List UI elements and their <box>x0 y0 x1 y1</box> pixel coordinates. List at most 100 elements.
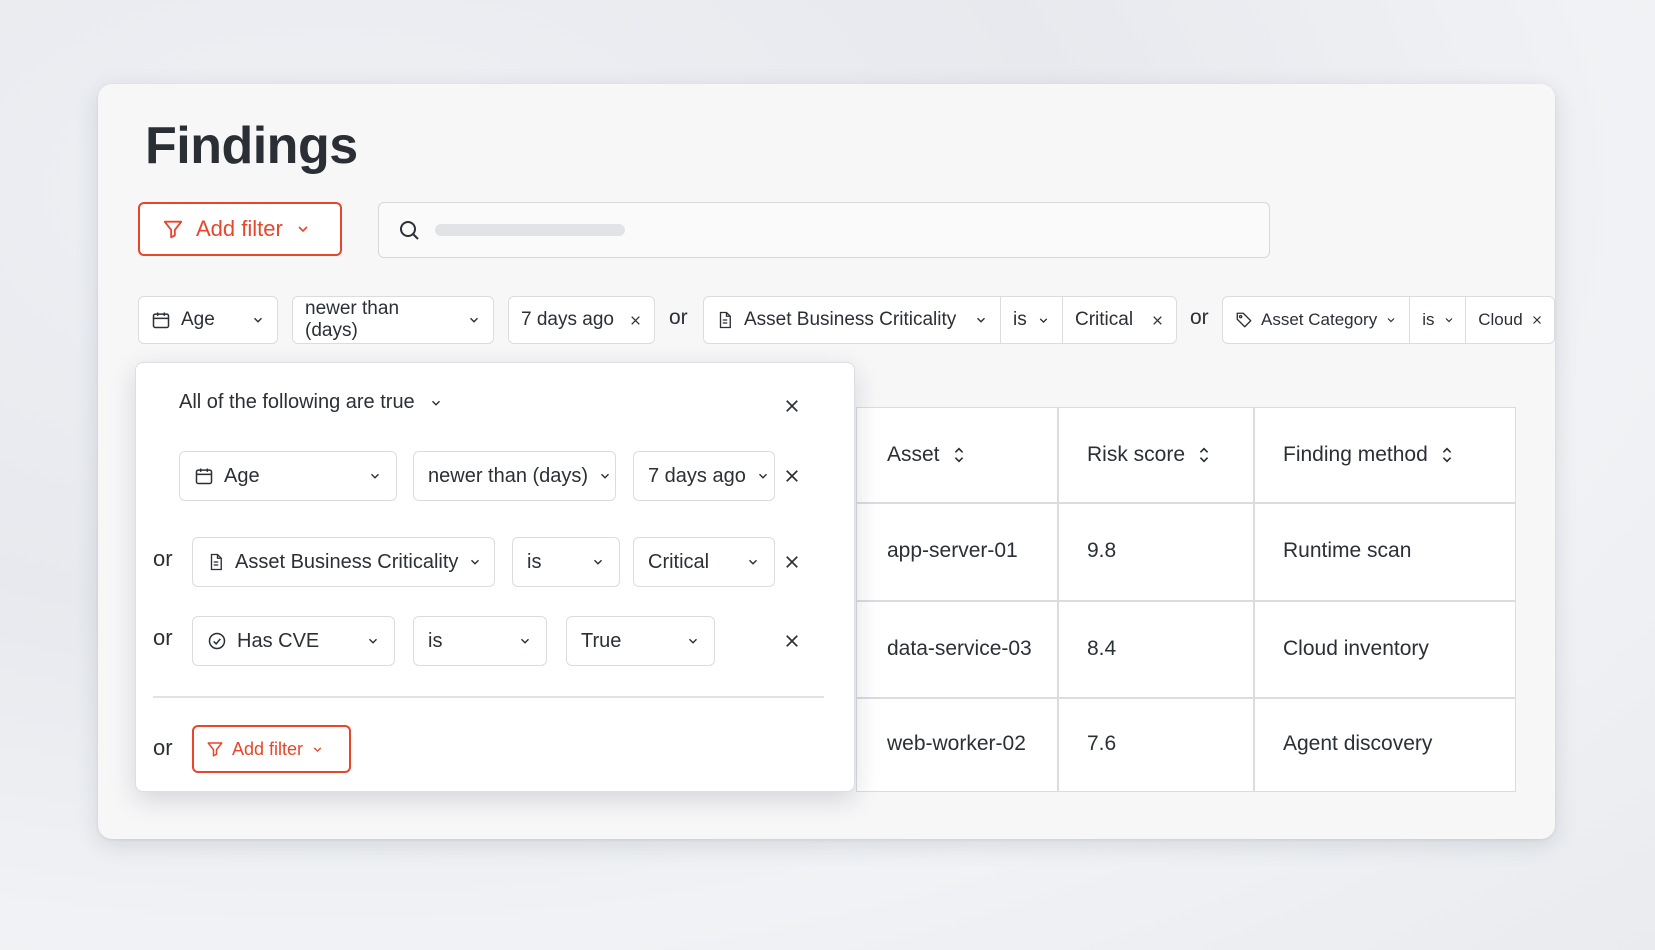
filter-chip-asset-category[interactable]: Asset Category is Cloud <box>1222 296 1555 344</box>
condition-operator-label: newer than (days) <box>428 464 589 487</box>
condition-value-label: True <box>581 629 622 652</box>
condition-value-label: 7 days ago <box>648 464 746 487</box>
add-filter-label: Add filter <box>196 216 283 241</box>
condition-field-select[interactable]: Age <box>179 451 397 501</box>
findings-table: Asset Risk score Finding method app-serv… <box>856 407 1516 792</box>
condition-field-select[interactable]: Asset Business Criticality <box>192 537 495 587</box>
condition-connector: or <box>153 735 173 760</box>
chevron-down-icon <box>591 555 605 569</box>
condition-value-label: Critical <box>648 550 710 573</box>
add-condition-button[interactable]: Add filter <box>192 725 351 773</box>
column-header-finding-method[interactable]: Finding method <box>1253 408 1515 502</box>
remove-condition-icon[interactable] <box>779 628 805 654</box>
chip-field-label: Asset Business Criticality <box>744 309 957 330</box>
filter-popover: All of the following are true Age newer … <box>135 362 855 792</box>
filter-chip-age-value[interactable]: 7 days ago <box>508 296 655 344</box>
condition-value-select[interactable]: True <box>566 616 715 666</box>
chip-value-label: Cloud <box>1478 310 1523 329</box>
chip-field-segment[interactable]: Asset Business Criticality <box>704 297 1000 343</box>
table-cell[interactable]: data-service-03 <box>857 600 1057 697</box>
chip-value-segment[interactable]: Cloud <box>1465 297 1554 343</box>
chevron-down-icon <box>1443 314 1455 326</box>
chip-field-label: Asset Category <box>1261 310 1378 329</box>
match-mode-label: All of the following are true <box>179 391 415 413</box>
condition-field-label: Age <box>224 464 260 487</box>
condition-field-select[interactable]: Has CVE <box>192 616 395 666</box>
chip-operator-label: newer than (days) <box>305 298 400 341</box>
popover-divider <box>153 696 824 698</box>
sort-icon[interactable] <box>1197 446 1211 464</box>
add-filter-button[interactable]: Add filter <box>138 202 342 256</box>
calendar-icon <box>151 310 171 330</box>
filter-connector: or <box>669 306 688 329</box>
chevron-down-icon <box>468 555 482 569</box>
add-filter-label: Add filter <box>232 738 304 759</box>
close-icon[interactable] <box>629 314 642 327</box>
close-popover-icon[interactable] <box>779 393 805 419</box>
filter-icon <box>206 740 224 758</box>
table-cell[interactable]: web-worker-02 <box>857 697 1057 791</box>
condition-field-label: Has CVE <box>237 629 320 652</box>
filter-chip-age-operator[interactable]: newer than (days) <box>292 296 494 344</box>
chip-field-label: Age <box>181 309 215 330</box>
table-cell: 9.8 <box>1087 539 1117 562</box>
table-cell: Runtime scan <box>1283 539 1412 562</box>
condition-connector: or <box>153 546 173 571</box>
chip-operator-segment[interactable]: is <box>1000 297 1062 343</box>
filter-chip-age-field[interactable]: Age <box>138 296 278 344</box>
tag-icon <box>1235 311 1253 329</box>
chevron-down-icon <box>518 634 532 648</box>
table-cell: Agent discovery <box>1283 732 1433 755</box>
filter-connector: or <box>1190 306 1209 329</box>
chip-value-segment[interactable]: Critical <box>1062 297 1176 343</box>
sort-icon[interactable] <box>952 446 966 464</box>
chevron-down-icon <box>429 396 443 410</box>
table-cell: 8.4 <box>1087 636 1117 660</box>
column-header-risk-score[interactable]: Risk score <box>1057 408 1253 502</box>
chip-field-segment[interactable]: Asset Category <box>1223 297 1409 343</box>
chevron-down-icon <box>974 313 988 327</box>
column-header-asset[interactable]: Asset <box>857 408 1057 502</box>
page-title: Findings <box>145 117 358 175</box>
match-mode-dropdown[interactable]: All of the following are true <box>179 391 443 414</box>
chip-operator-segment[interactable]: is <box>1409 297 1465 343</box>
table-cell[interactable]: app-server-01 <box>857 502 1057 600</box>
condition-operator-select[interactable]: newer than (days) <box>413 451 616 501</box>
filter-chip-criticality[interactable]: Asset Business Criticality is Critical <box>703 296 1177 344</box>
column-header-label: Finding method <box>1283 443 1428 466</box>
chevron-down-icon <box>368 469 382 483</box>
document-icon <box>207 552 225 572</box>
search-placeholder-skeleton <box>435 224 625 236</box>
filter-icon <box>162 218 184 240</box>
findings-card: Findings Add filter Age newer than (days… <box>98 84 1555 839</box>
chip-value-label: Critical <box>1075 309 1134 330</box>
sort-icon[interactable] <box>1440 446 1454 464</box>
table-cell: Cloud inventory <box>1283 636 1429 660</box>
condition-value-select[interactable]: 7 days ago <box>633 451 775 501</box>
check-circle-icon <box>207 631 227 651</box>
chevron-down-icon <box>1037 314 1050 327</box>
document-icon <box>716 310 734 330</box>
condition-value-select[interactable]: Critical <box>633 537 775 587</box>
condition-operator-select[interactable]: is <box>512 537 620 587</box>
column-header-label: Asset <box>887 443 940 466</box>
condition-field-label: Asset Business Criticality <box>235 550 459 573</box>
search-input[interactable] <box>378 202 1270 258</box>
chevron-down-icon <box>366 634 380 648</box>
condition-operator-label: is <box>428 629 443 652</box>
chevron-down-icon <box>467 313 481 327</box>
chevron-down-icon <box>251 313 265 327</box>
remove-condition-icon[interactable] <box>779 549 805 575</box>
chevron-down-icon <box>295 221 311 237</box>
remove-condition-icon[interactable] <box>779 463 805 489</box>
condition-operator-label: is <box>527 550 542 573</box>
close-icon[interactable] <box>1151 314 1164 327</box>
calendar-icon <box>194 466 214 486</box>
chevron-down-icon <box>686 634 700 648</box>
chip-operator-label: is <box>1013 309 1027 330</box>
chevron-down-icon <box>311 743 324 756</box>
chevron-down-icon <box>1385 314 1397 326</box>
chevron-down-icon <box>598 469 612 483</box>
condition-operator-select[interactable]: is <box>413 616 547 666</box>
close-icon[interactable] <box>1531 314 1543 326</box>
